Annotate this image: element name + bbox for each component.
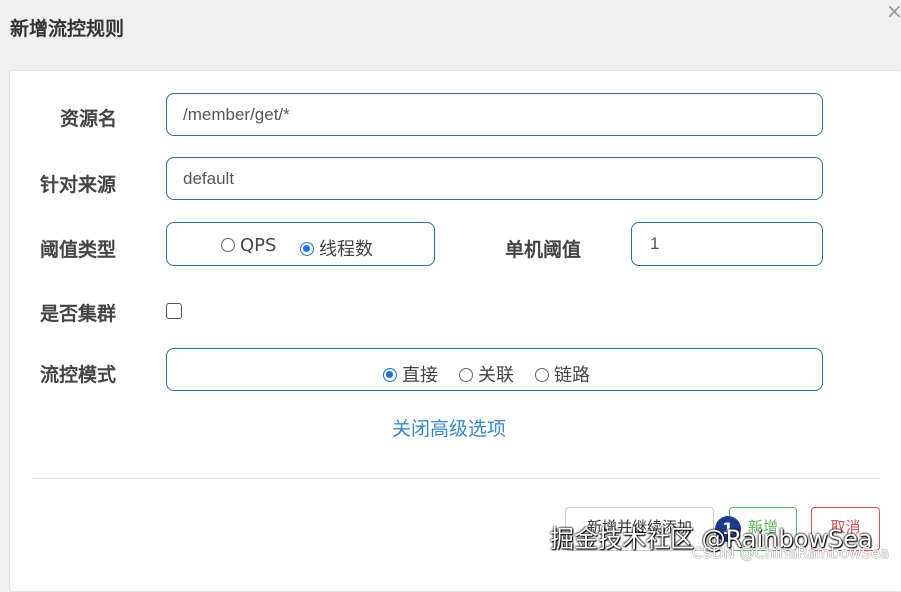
resource-label: 资源名: [60, 108, 118, 130]
radio-unchecked-icon: [535, 368, 549, 382]
count-input-value: 1: [650, 234, 660, 253]
strategy-label: 流控模式: [40, 364, 117, 386]
count-input[interactable]: 1: [631, 222, 823, 266]
radio-unchecked-icon: [221, 238, 235, 252]
close-icon[interactable]: ×: [886, 0, 901, 22]
strategy-option-direct[interactable]: 直接: [383, 361, 438, 387]
limit-app-label: 针对来源: [40, 174, 117, 196]
grade-radio-group: QPS 线程数: [166, 222, 435, 266]
radio-checked-icon: [300, 242, 314, 256]
limit-app-input[interactable]: default: [166, 157, 823, 200]
radio-unchecked-icon: [459, 368, 473, 382]
dialog-title: 新增流控规则: [10, 18, 125, 40]
cluster-checkbox[interactable]: [166, 303, 182, 319]
cluster-label: 是否集群: [40, 303, 117, 325]
grade-label: 阈值类型: [40, 239, 117, 261]
watermark-sub: CSDN @ChinaRainbowSea: [692, 544, 890, 562]
close-advanced-link[interactable]: 关闭高级选项: [392, 414, 506, 441]
radio-checked-icon: [383, 368, 397, 382]
strategy-radio-group: 直接 关联 链路: [166, 348, 823, 391]
strategy-option-relate[interactable]: 关联: [459, 361, 514, 387]
count-label: 单机阈值: [505, 239, 582, 261]
grade-option-thread[interactable]: 线程数: [300, 235, 373, 261]
resource-input[interactable]: /member/get/*: [166, 93, 823, 136]
strategy-option-chain[interactable]: 链路: [535, 361, 590, 387]
grade-option-qps[interactable]: QPS: [221, 235, 276, 256]
resource-input-value: /member/get/*: [183, 105, 290, 124]
footer-divider: [32, 478, 880, 479]
limit-app-input-value: default: [183, 169, 235, 188]
